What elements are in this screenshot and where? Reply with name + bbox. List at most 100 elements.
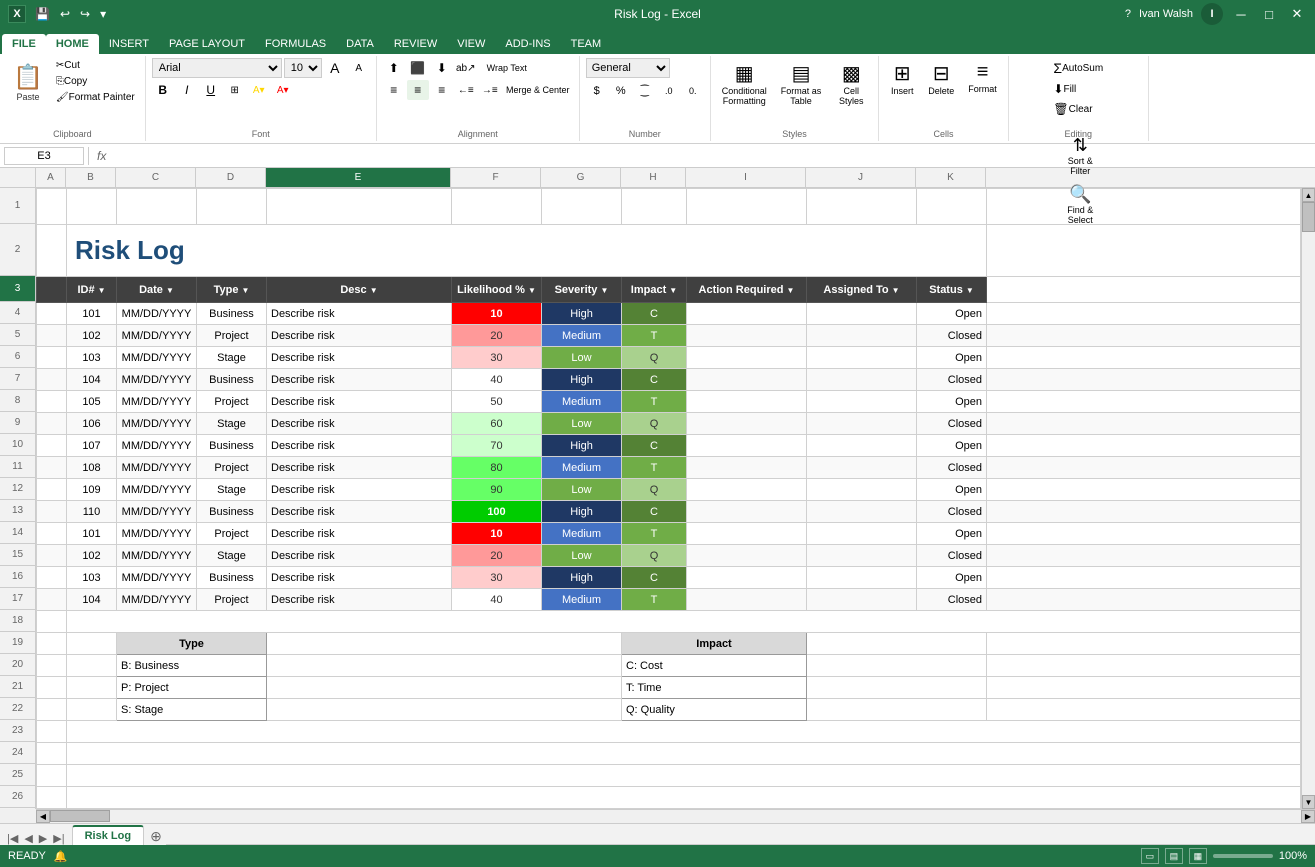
cell-a23[interactable] bbox=[37, 721, 67, 743]
tab-addins[interactable]: ADD-INS bbox=[495, 34, 560, 54]
cell-status-9[interactable]: Closed bbox=[917, 413, 987, 435]
cell-date-5[interactable]: MM/DD/YYYY bbox=[117, 325, 197, 347]
cell-h3-impact[interactable]: Impact ▼ bbox=[622, 277, 687, 303]
cell-l20[interactable] bbox=[987, 655, 1301, 677]
row-header-4[interactable]: 4 bbox=[0, 302, 35, 324]
add-sheet-button[interactable]: ⊕ bbox=[146, 827, 166, 845]
sheet-last-button[interactable]: ▶| bbox=[50, 832, 67, 845]
cell-likelihood-9[interactable]: 60 bbox=[452, 413, 542, 435]
row-header-13[interactable]: 13 bbox=[0, 500, 35, 522]
cell-e21[interactable] bbox=[267, 677, 622, 699]
cell-a20[interactable] bbox=[37, 655, 67, 677]
cell-impact-8[interactable]: T bbox=[622, 391, 687, 413]
cell-desc-12[interactable]: Describe risk bbox=[267, 479, 452, 501]
horizontal-scrollbar[interactable]: ◀ ▶ bbox=[36, 809, 1315, 823]
cell-status-8[interactable]: Open bbox=[917, 391, 987, 413]
cell-status-16[interactable]: Open bbox=[917, 567, 987, 589]
cell-status-5[interactable]: Closed bbox=[917, 325, 987, 347]
tab-data[interactable]: DATA bbox=[336, 34, 384, 54]
cell-l9[interactable] bbox=[987, 413, 1301, 435]
cell-date-13[interactable]: MM/DD/YYYY bbox=[117, 501, 197, 523]
cell-status-17[interactable]: Closed bbox=[917, 589, 987, 611]
cell-likelihood-4[interactable]: 10 bbox=[452, 303, 542, 325]
cell-b3-id[interactable]: ID# ▼ bbox=[67, 277, 117, 303]
cell-desc-9[interactable]: Describe risk bbox=[267, 413, 452, 435]
scroll-down-button[interactable]: ▼ bbox=[1302, 795, 1315, 809]
cell-severity-6[interactable]: Low bbox=[542, 347, 622, 369]
col-header-c[interactable]: C bbox=[116, 168, 196, 188]
row-header-23[interactable]: 23 bbox=[0, 720, 35, 742]
cell-l13[interactable] bbox=[987, 501, 1301, 523]
cell-type-8[interactable]: Project bbox=[197, 391, 267, 413]
col-header-d[interactable]: D bbox=[196, 168, 266, 188]
col-header-e[interactable]: E bbox=[266, 168, 451, 188]
cell-type-17[interactable]: Project bbox=[197, 589, 267, 611]
decrease-decimal-button[interactable]: 0. bbox=[682, 81, 704, 101]
row-header-8[interactable]: 8 bbox=[0, 390, 35, 412]
scroll-left-button[interactable]: ◀ bbox=[36, 810, 50, 823]
col-header-i[interactable]: I bbox=[686, 168, 806, 188]
cell-assigned-9[interactable] bbox=[807, 413, 917, 435]
row-header-20[interactable]: 20 bbox=[0, 654, 35, 676]
bold-button[interactable]: B bbox=[152, 80, 174, 100]
comma-button[interactable]: % bbox=[610, 81, 632, 101]
cell-impact-15[interactable]: Q bbox=[622, 545, 687, 567]
copy-button[interactable]: ⎘ Copy bbox=[52, 74, 139, 89]
cell-id-4[interactable]: 101 bbox=[67, 303, 117, 325]
cell-j19[interactable] bbox=[807, 633, 987, 655]
cell-j20[interactable] bbox=[807, 655, 987, 677]
row-header-24[interactable]: 24 bbox=[0, 742, 35, 764]
align-middle-button[interactable]: ⬛ bbox=[407, 58, 429, 78]
cell-date-17[interactable]: MM/DD/YYYY bbox=[117, 589, 197, 611]
col-header-k[interactable]: K bbox=[916, 168, 986, 188]
cell-impact-6[interactable]: Q bbox=[622, 347, 687, 369]
cell-action-16[interactable] bbox=[687, 567, 807, 589]
scroll-up-button[interactable]: ▲ bbox=[1302, 188, 1315, 202]
cell-likelihood-11[interactable]: 80 bbox=[452, 457, 542, 479]
cell-action-4[interactable] bbox=[687, 303, 807, 325]
cell-impact-5[interactable]: T bbox=[622, 325, 687, 347]
cell-f3-likelihood[interactable]: Likelihood % ▼ bbox=[452, 277, 542, 303]
cell-l4[interactable] bbox=[987, 303, 1301, 325]
col-header-h[interactable]: H bbox=[621, 168, 686, 188]
cell-id-12[interactable]: 109 bbox=[67, 479, 117, 501]
cell-impact-11[interactable]: T bbox=[622, 457, 687, 479]
cell-d1[interactable] bbox=[197, 189, 267, 225]
customize-button[interactable]: ▾ bbox=[97, 5, 109, 23]
cell-l7[interactable] bbox=[987, 369, 1301, 391]
close-button[interactable]: ✕ bbox=[1287, 6, 1307, 22]
scroll-thumb[interactable] bbox=[1302, 202, 1315, 232]
cell-b1[interactable] bbox=[67, 189, 117, 225]
row-header-6[interactable]: 6 bbox=[0, 346, 35, 368]
thousand-button[interactable]: ⁐ bbox=[634, 81, 656, 101]
cell-id-13[interactable]: 110 bbox=[67, 501, 117, 523]
cell-k1[interactable] bbox=[917, 189, 987, 225]
cell-impact-4[interactable]: C bbox=[622, 303, 687, 325]
cell-action-13[interactable] bbox=[687, 501, 807, 523]
row-header-18[interactable]: 18 bbox=[0, 610, 35, 632]
cell-type-13[interactable]: Business bbox=[197, 501, 267, 523]
cell-id-16[interactable]: 103 bbox=[67, 567, 117, 589]
cell-assigned-13[interactable] bbox=[807, 501, 917, 523]
row-header-11[interactable]: 11 bbox=[0, 456, 35, 478]
cell-g3-severity[interactable]: Severity ▼ bbox=[542, 277, 622, 303]
cell-a3[interactable] bbox=[37, 277, 67, 303]
cell-impact-17[interactable]: T bbox=[622, 589, 687, 611]
row-header-26[interactable]: 26 bbox=[0, 786, 35, 808]
row-header-9[interactable]: 9 bbox=[0, 412, 35, 434]
cell-a25[interactable] bbox=[37, 765, 67, 787]
cell-i1[interactable] bbox=[687, 189, 807, 225]
cell-a6[interactable] bbox=[37, 347, 67, 369]
cell-assigned-7[interactable] bbox=[807, 369, 917, 391]
cell-l3[interactable] bbox=[987, 277, 1301, 303]
cell-g1[interactable] bbox=[542, 189, 622, 225]
cell-status-10[interactable]: Open bbox=[917, 435, 987, 457]
cell-assigned-14[interactable] bbox=[807, 523, 917, 545]
h-scroll-thumb[interactable] bbox=[50, 810, 110, 822]
tab-formulas[interactable]: FORMULAS bbox=[255, 34, 336, 54]
row-header-25[interactable]: 25 bbox=[0, 764, 35, 786]
cell-b18[interactable] bbox=[67, 611, 1301, 633]
format-as-table-button[interactable]: ▤ Format asTable bbox=[776, 58, 827, 109]
cell-impact-14[interactable]: T bbox=[622, 523, 687, 545]
cell-status-4[interactable]: Open bbox=[917, 303, 987, 325]
